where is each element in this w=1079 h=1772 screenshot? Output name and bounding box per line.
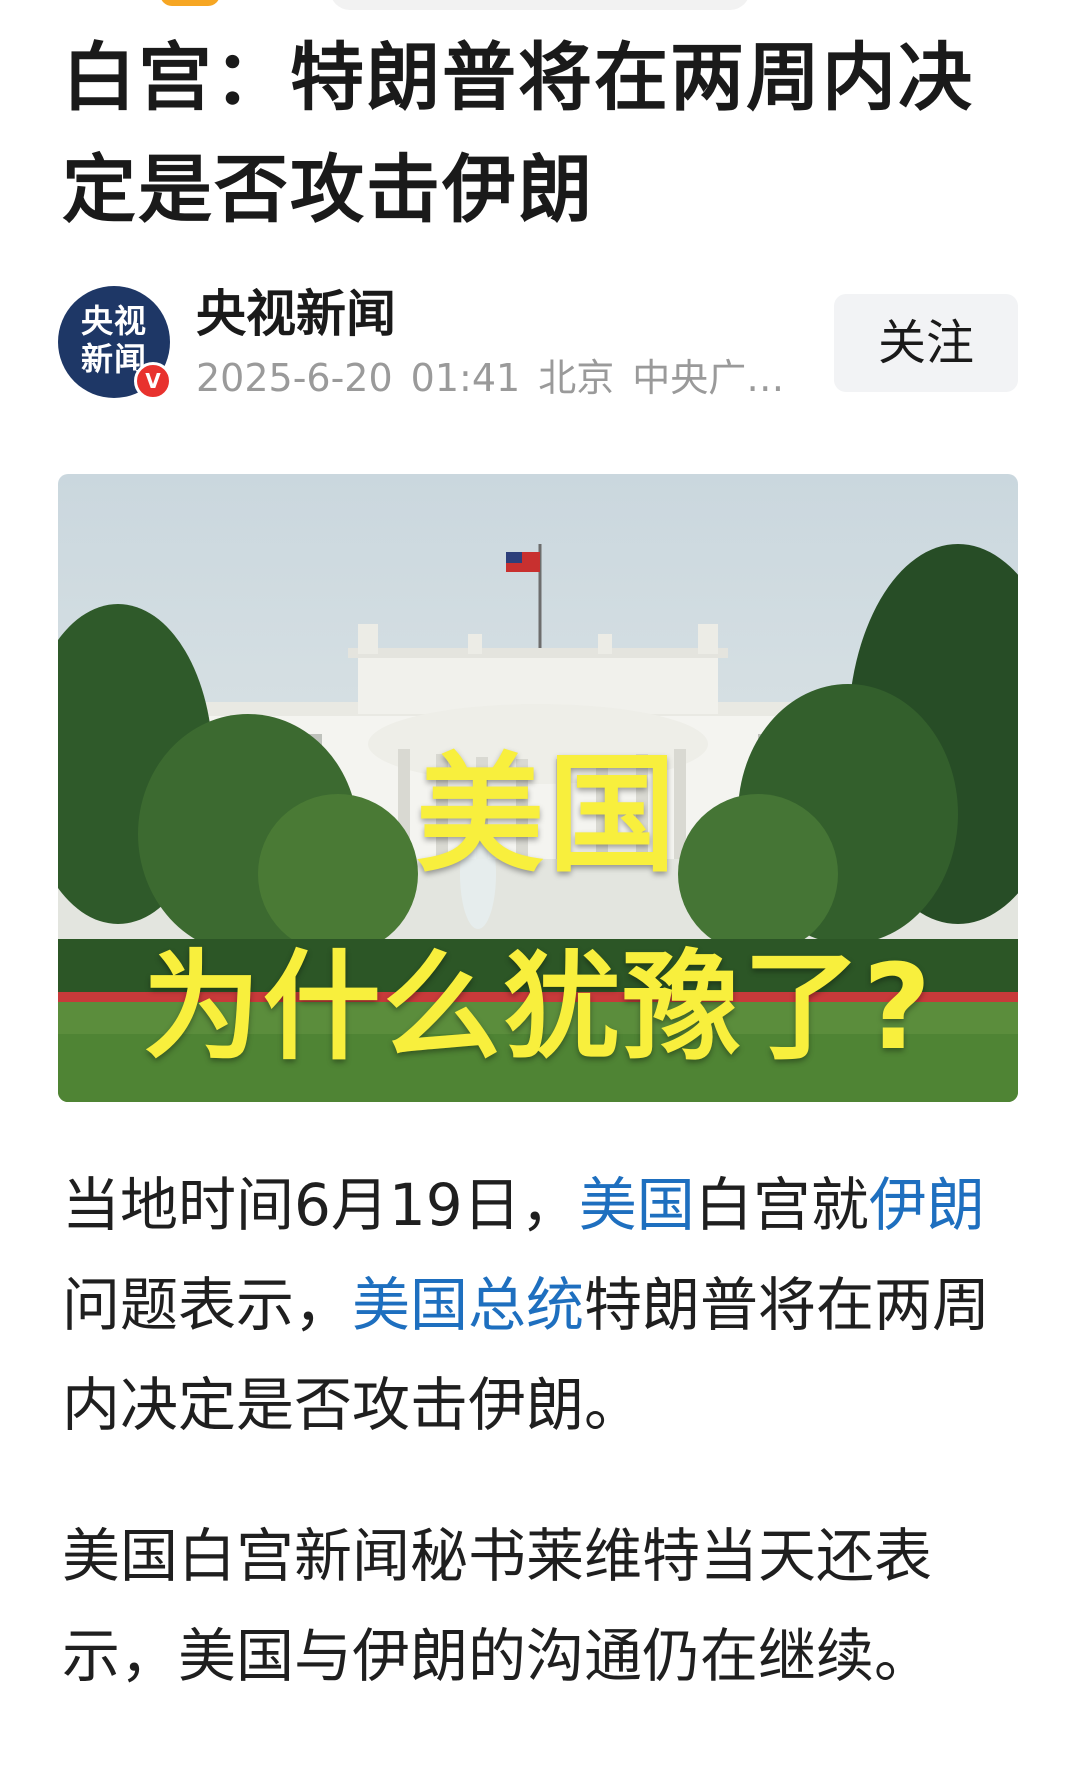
- link-iran[interactable]: 伊朗: [869, 1171, 985, 1239]
- paragraph-1: 当地时间6月19日，美国白宫就伊朗问题表示，美国总统特朗普将在两周内决定是否攻击…: [62, 1155, 1012, 1455]
- article-title: 白宫：特朗普将在两周内决定是否攻击伊朗: [62, 35, 974, 233]
- hero-overlay-line1: 美国: [415, 741, 680, 890]
- article-meta: 2025-6-20 01:41 北京 中央广…: [196, 354, 786, 402]
- follow-button[interactable]: 关注: [834, 294, 1018, 392]
- publish-source: 中央广…: [632, 356, 785, 400]
- avatar-text-line1: 央视: [80, 302, 147, 340]
- paragraph-1-text-a: 当地时间6月19日，: [62, 1171, 579, 1239]
- hero-overlay-line2: 为什么犹豫了?: [142, 938, 934, 1076]
- paragraph-1-text-b: 白宫就: [694, 1171, 869, 1239]
- paragraph-1-text-c: 问题表示，: [62, 1271, 353, 1339]
- verified-badge-icon: V: [134, 362, 172, 400]
- top-search-pill[interactable]: [330, 0, 750, 10]
- publish-date: 2025-6-20: [196, 356, 393, 400]
- hero-image[interactable]: 美国 为什么犹豫了?: [58, 474, 1018, 1102]
- top-bar-remnant: [160, 0, 220, 6]
- link-usa[interactable]: 美国: [579, 1171, 695, 1239]
- author-name[interactable]: 央视新闻: [196, 282, 396, 346]
- author-row: 央视 新闻 V 央视新闻 2025-6-20 01:41 北京 中央广… 关注: [58, 282, 1018, 402]
- publish-time: 01:41: [410, 356, 521, 400]
- paragraph-2: 美国白宫新闻秘书莱维特当天还表示，美国与伊朗的沟通仍在继续。: [62, 1522, 933, 1690]
- link-us-president[interactable]: 美国总统: [352, 1271, 584, 1339]
- publish-location: 北京: [538, 356, 615, 400]
